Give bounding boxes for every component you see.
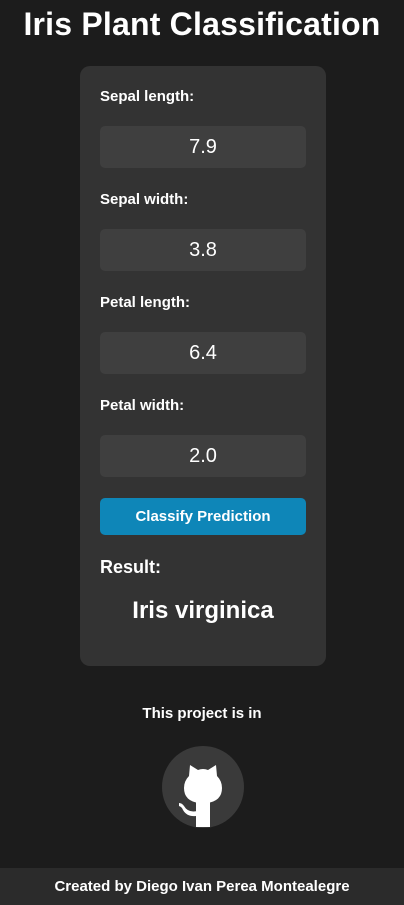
footer: Created by Diego Ivan Perea Montealegre [0,868,404,905]
petal-width-input[interactable] [100,435,306,477]
page: Iris Plant Classification Sepal length: … [0,0,404,905]
petal-length-label: Petal length: [100,294,191,311]
classify-prediction-button[interactable]: Classify Prediction [100,498,306,535]
classification-form: Sepal length: Sepal width: Petal length:… [80,66,326,666]
project-text: This project is in [142,705,262,722]
footer-credit: Created by Diego Ivan Perea Montealegre [54,877,350,895]
sepal-width-input[interactable] [100,229,306,271]
sepal-length-label: Sepal length: [100,88,195,105]
result-value: Iris virginica [132,597,274,624]
page-title: Iris Plant Classification [23,6,381,42]
result-label: Result: [100,557,162,577]
sepal-width-label: Sepal width: [100,191,189,208]
sepal-length-input[interactable] [100,126,306,168]
petal-length-input[interactable] [100,332,306,374]
github-icon [162,746,244,828]
petal-width-label: Petal width: [100,397,185,414]
github-link[interactable] [162,746,244,828]
